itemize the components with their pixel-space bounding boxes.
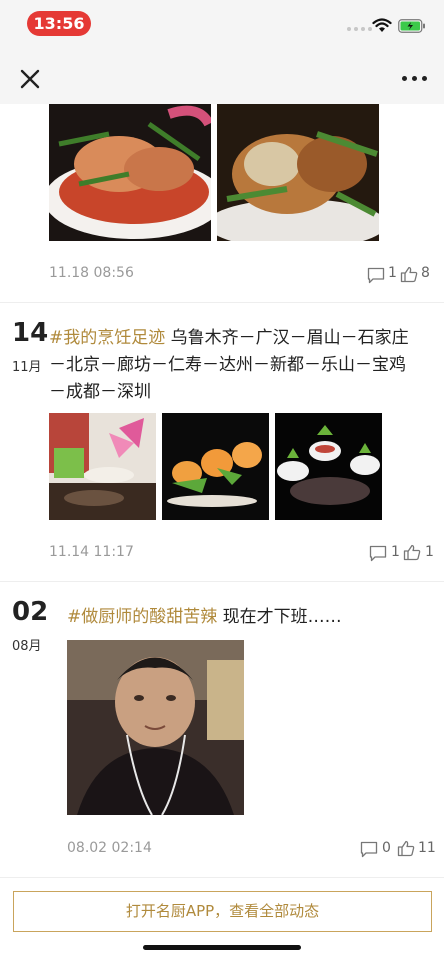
post-photo[interactable] bbox=[275, 413, 382, 520]
like-count: 1 bbox=[425, 544, 434, 560]
post-hashtag[interactable]: #我的烹饪足迹 bbox=[49, 328, 165, 348]
comment-icon[interactable] bbox=[367, 267, 385, 284]
like-icon[interactable] bbox=[403, 544, 421, 561]
divider bbox=[0, 877, 444, 878]
like-icon[interactable] bbox=[397, 840, 415, 857]
cellular-signal-icon bbox=[347, 27, 372, 31]
post-time: 08.02 02:14 bbox=[67, 840, 152, 856]
nav-bar bbox=[0, 46, 444, 104]
divider bbox=[0, 302, 444, 303]
post-month: 11月 bbox=[12, 360, 42, 375]
post-day: 14 bbox=[12, 318, 49, 348]
post-photo[interactable] bbox=[217, 104, 379, 241]
post-day: 02 bbox=[12, 597, 49, 627]
more-icon[interactable] bbox=[402, 76, 427, 81]
post-photo[interactable] bbox=[67, 640, 244, 815]
post-photo[interactable] bbox=[49, 413, 156, 520]
wifi-icon bbox=[372, 18, 392, 32]
like-count: 8 bbox=[421, 265, 430, 281]
status-bar: 13:56 bbox=[0, 0, 444, 46]
battery-icon bbox=[398, 19, 425, 33]
post-time: 11.14 11:17 bbox=[49, 544, 134, 560]
post-text: #我的烹饪足迹 乌鲁木齐－广汉－眉山－石家庄 －北京－廊坊－仁寿－达州－新都－乐… bbox=[49, 328, 409, 402]
post-photo[interactable] bbox=[162, 413, 269, 520]
post-time: 11.18 08:56 bbox=[49, 265, 134, 281]
like-icon[interactable] bbox=[400, 266, 418, 283]
post-text: #做厨师的酸甜苦辣 现在才下班…… bbox=[67, 607, 342, 627]
open-app-button[interactable]: 打开名厨APP，查看全部动态 bbox=[13, 891, 432, 932]
home-indicator bbox=[143, 945, 301, 950]
comment-count: 0 bbox=[382, 840, 391, 856]
comment-icon[interactable] bbox=[369, 545, 387, 562]
like-count: 11 bbox=[418, 840, 436, 856]
post-month: 08月 bbox=[12, 639, 42, 654]
post-hashtag[interactable]: #做厨师的酸甜苦辣 bbox=[67, 607, 217, 627]
divider bbox=[0, 581, 444, 582]
comment-count: 1 bbox=[391, 544, 400, 560]
status-time: 13:56 bbox=[27, 11, 91, 36]
close-icon[interactable] bbox=[19, 68, 41, 90]
post-photo[interactable] bbox=[49, 104, 211, 241]
comment-count: 1 bbox=[388, 265, 397, 281]
comment-icon[interactable] bbox=[360, 841, 378, 858]
